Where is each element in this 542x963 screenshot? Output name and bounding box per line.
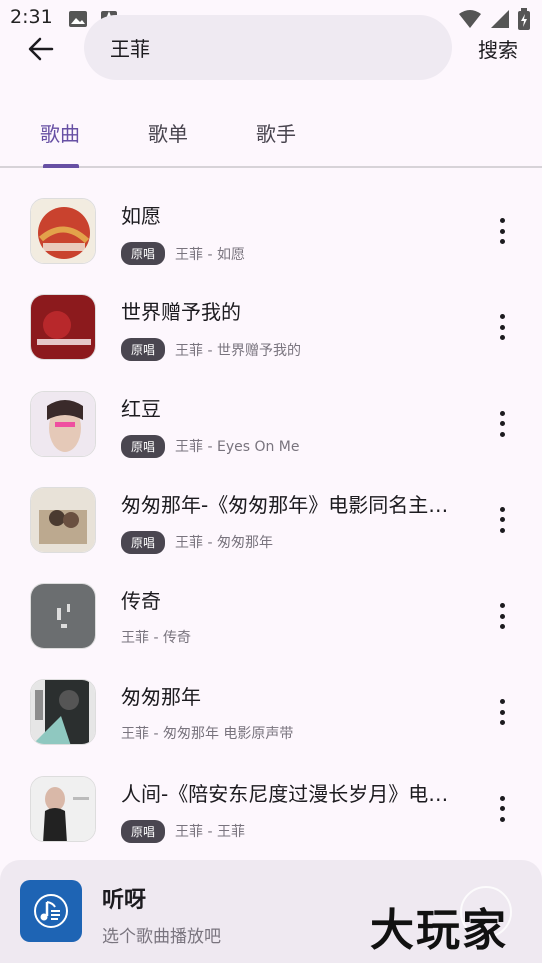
album-cover [30,775,96,842]
original-badge: 原唱 [121,338,166,362]
original-badge: 原唱 [121,530,166,554]
album-cover [30,390,96,457]
search-input[interactable]: 王菲 [84,15,452,80]
song-title: 传奇 [121,589,161,614]
song-row[interactable]: 人间-《陪安东尼度过漫长岁月》电影插曲 原唱 王菲 - 王菲 [0,762,542,858]
search-button[interactable]: 搜索 [478,34,518,63]
more-options-icon[interactable] [498,314,506,341]
song-row[interactable]: 如愿 原唱 王菲 - 如愿 [0,184,542,280]
album-cover [30,583,96,650]
tab-songs[interactable]: 歌曲 [40,118,80,147]
more-options-icon[interactable] [498,795,506,822]
song-row[interactable]: 红豆 原唱 王菲 - Eyes On Me [0,377,542,473]
watermark-logo: 大玩家 [370,905,508,956]
song-meta: 原唱 王菲 - 王菲 [121,819,245,843]
tab-indicator [43,164,79,168]
original-badge: 原唱 [121,242,166,265]
song-row[interactable]: 匆匆那年 王菲 - 匆匆那年 电影原声带 [0,665,542,761]
player-title: 听呀 [102,888,147,913]
tab-artists[interactable]: 歌手 [256,118,296,147]
song-subtitle: 王菲 - 如愿 [175,246,245,263]
song-subtitle: 王菲 - 世界赠予我的 [175,342,301,359]
song-meta: 原唱 王菲 - Eyes On Me [121,434,300,458]
song-subtitle: 王菲 - 王菲 [175,824,245,841]
tab-playlists[interactable]: 歌单 [148,118,188,147]
original-badge: 原唱 [121,819,166,843]
song-title: 如愿 [121,204,161,228]
song-row[interactable]: 匆匆那年-《匆匆那年》电影同名主题曲 原唱 王菲 - 匆匆那年 [0,473,542,569]
back-button[interactable] [24,34,58,64]
more-options-icon[interactable] [498,410,506,437]
more-options-icon[interactable] [498,603,506,630]
player-artwork [20,880,82,942]
song-meta: 王菲 - 匆匆那年 电影原声带 [121,723,293,743]
tab-bar: 歌曲 歌单 歌手 [0,100,542,168]
album-cover [30,294,96,361]
song-subtitle: 王菲 - 传奇 [121,630,191,647]
player-subtitle: 选个歌曲播放吧 [102,927,221,947]
search-header: 王菲 搜索 [0,14,542,82]
song-title: 匆匆那年-《匆匆那年》电影同名主题曲 [121,492,451,517]
song-list: 如愿 原唱 王菲 - 如愿 世界赠予我的 原唱 王菲 - 世界赠予我的 红豆 原… [0,184,542,858]
song-subtitle: 王菲 - Eyes On Me [175,439,300,456]
album-cover [30,679,96,746]
song-meta: 原唱 王菲 - 世界赠予我的 [121,338,301,362]
music-note-icon [34,894,68,928]
song-row[interactable]: 世界赠予我的 原唱 王菲 - 世界赠予我的 [0,280,542,376]
song-title: 红豆 [121,396,161,421]
song-subtitle: 王菲 - 匆匆那年 电影原声带 [121,726,294,743]
song-row[interactable]: 传奇 王菲 - 传奇 [0,569,542,665]
song-subtitle: 王菲 - 匆匆那年 [175,535,273,552]
original-badge: 原唱 [121,434,166,458]
song-meta: 王菲 - 传奇 [121,627,191,647]
more-options-icon[interactable] [498,218,506,244]
album-cover [30,198,96,264]
song-title: 人间-《陪安东尼度过漫长岁月》电影插曲 [121,781,451,806]
more-options-icon[interactable] [498,699,506,726]
song-meta: 原唱 王菲 - 匆匆那年 [121,530,273,554]
more-options-icon[interactable] [498,506,506,533]
song-meta: 原唱 王菲 - 如愿 [121,242,245,265]
song-title: 匆匆那年 [121,685,201,710]
arrow-left-icon [28,37,54,61]
song-title: 世界赠予我的 [121,300,241,325]
album-cover [30,486,96,553]
